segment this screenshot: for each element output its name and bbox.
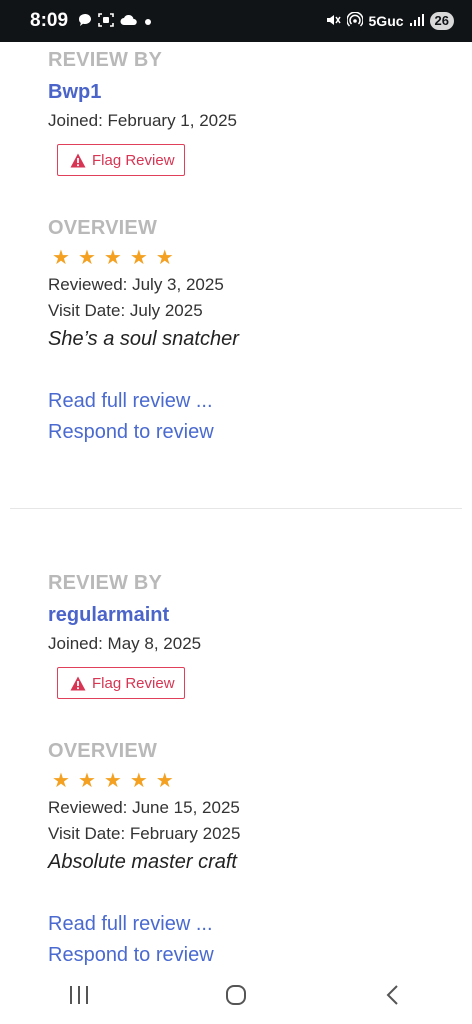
review-card: REVIEW BY regularmaint Joined: May 8, 20…	[48, 571, 448, 966]
status-bar: 8:09 5Guc 26	[0, 0, 472, 42]
chat-icon	[78, 13, 92, 30]
respond-to-review-link[interactable]: Respond to review	[48, 942, 448, 966]
overview-section: OVERVIEW ★ ★ ★ ★ ★ Reviewed: July 3, 202…	[48, 216, 448, 352]
star-icon: ★	[129, 247, 148, 269]
flag-review-button[interactable]: Flag Review	[57, 667, 185, 699]
flag-review-label: Flag Review	[92, 674, 175, 692]
star-rating: ★ ★ ★ ★ ★	[52, 246, 448, 270]
review-actions: Read full review ... Respond to review	[48, 911, 448, 966]
reviewer-name[interactable]: Bwp1	[48, 79, 448, 105]
warning-icon	[70, 153, 86, 168]
overview-section: OVERVIEW ★ ★ ★ ★ ★ Reviewed: June 15, 20…	[48, 739, 448, 875]
network-type: 5Guc	[368, 13, 404, 29]
review-actions: Read full review ... Respond to review	[48, 388, 448, 445]
joined-date: Joined: May 8, 2025	[48, 634, 202, 653]
review-by-label: REVIEW BY	[48, 49, 163, 71]
star-icon: ★	[77, 247, 96, 269]
star-icon: ★	[103, 770, 122, 792]
star-icon: ★	[103, 247, 122, 269]
flag-review-button[interactable]: Flag Review	[57, 144, 185, 176]
status-time: 8:09	[30, 10, 69, 31]
star-icon: ★	[129, 770, 148, 792]
reviewed-date: Reviewed: July 3, 2025	[48, 275, 224, 294]
recents-icon	[69, 986, 88, 1004]
home-icon	[225, 985, 246, 1005]
hotspot-icon	[345, 11, 364, 31]
divider	[10, 508, 462, 509]
review-by-label: REVIEW BY	[48, 572, 163, 594]
recents-button[interactable]	[49, 975, 109, 1015]
overview-label: OVERVIEW	[48, 740, 158, 762]
star-icon: ★	[52, 770, 70, 792]
overview-label: OVERVIEW	[48, 217, 158, 239]
cloud-icon	[120, 13, 138, 29]
reviewer-name[interactable]: regularmaint	[48, 602, 448, 628]
reviewed-date: Reviewed: June 15, 2025	[48, 798, 240, 817]
visit-date: Visit Date: February 2025	[48, 824, 241, 843]
review-card: REVIEW BY Bwp1 Joined: February 1, 2025 …	[48, 48, 448, 445]
star-icon: ★	[77, 770, 96, 792]
dot-icon	[144, 13, 152, 29]
read-full-review-link[interactable]: Read full review ...	[48, 388, 448, 414]
signal-icon	[409, 13, 424, 29]
flag-review-label: Flag Review	[92, 151, 175, 169]
respond-to-review-link[interactable]: Respond to review	[48, 419, 448, 445]
battery-indicator: 26	[429, 12, 454, 30]
back-button[interactable]	[363, 975, 423, 1015]
reviews-list[interactable]: REVIEW BY Bwp1 Joined: February 1, 2025 …	[0, 42, 472, 966]
back-icon	[386, 985, 399, 1005]
visit-date: Visit Date: July 2025	[48, 301, 203, 320]
review-quote: Absolute master craft	[48, 851, 237, 873]
joined-date: Joined: February 1, 2025	[48, 111, 238, 130]
read-full-review-link[interactable]: Read full review ...	[48, 911, 448, 937]
review-quote: She’s a soul snatcher	[48, 328, 239, 350]
home-button[interactable]	[206, 975, 266, 1015]
warning-icon	[70, 676, 86, 691]
star-rating: ★ ★ ★ ★ ★	[52, 769, 448, 793]
system-nav-bar	[0, 966, 472, 1024]
star-icon: ★	[155, 770, 174, 792]
star-icon: ★	[155, 247, 174, 269]
screenshot-icon	[98, 12, 114, 30]
mute-icon	[325, 13, 341, 30]
star-icon: ★	[52, 247, 70, 269]
